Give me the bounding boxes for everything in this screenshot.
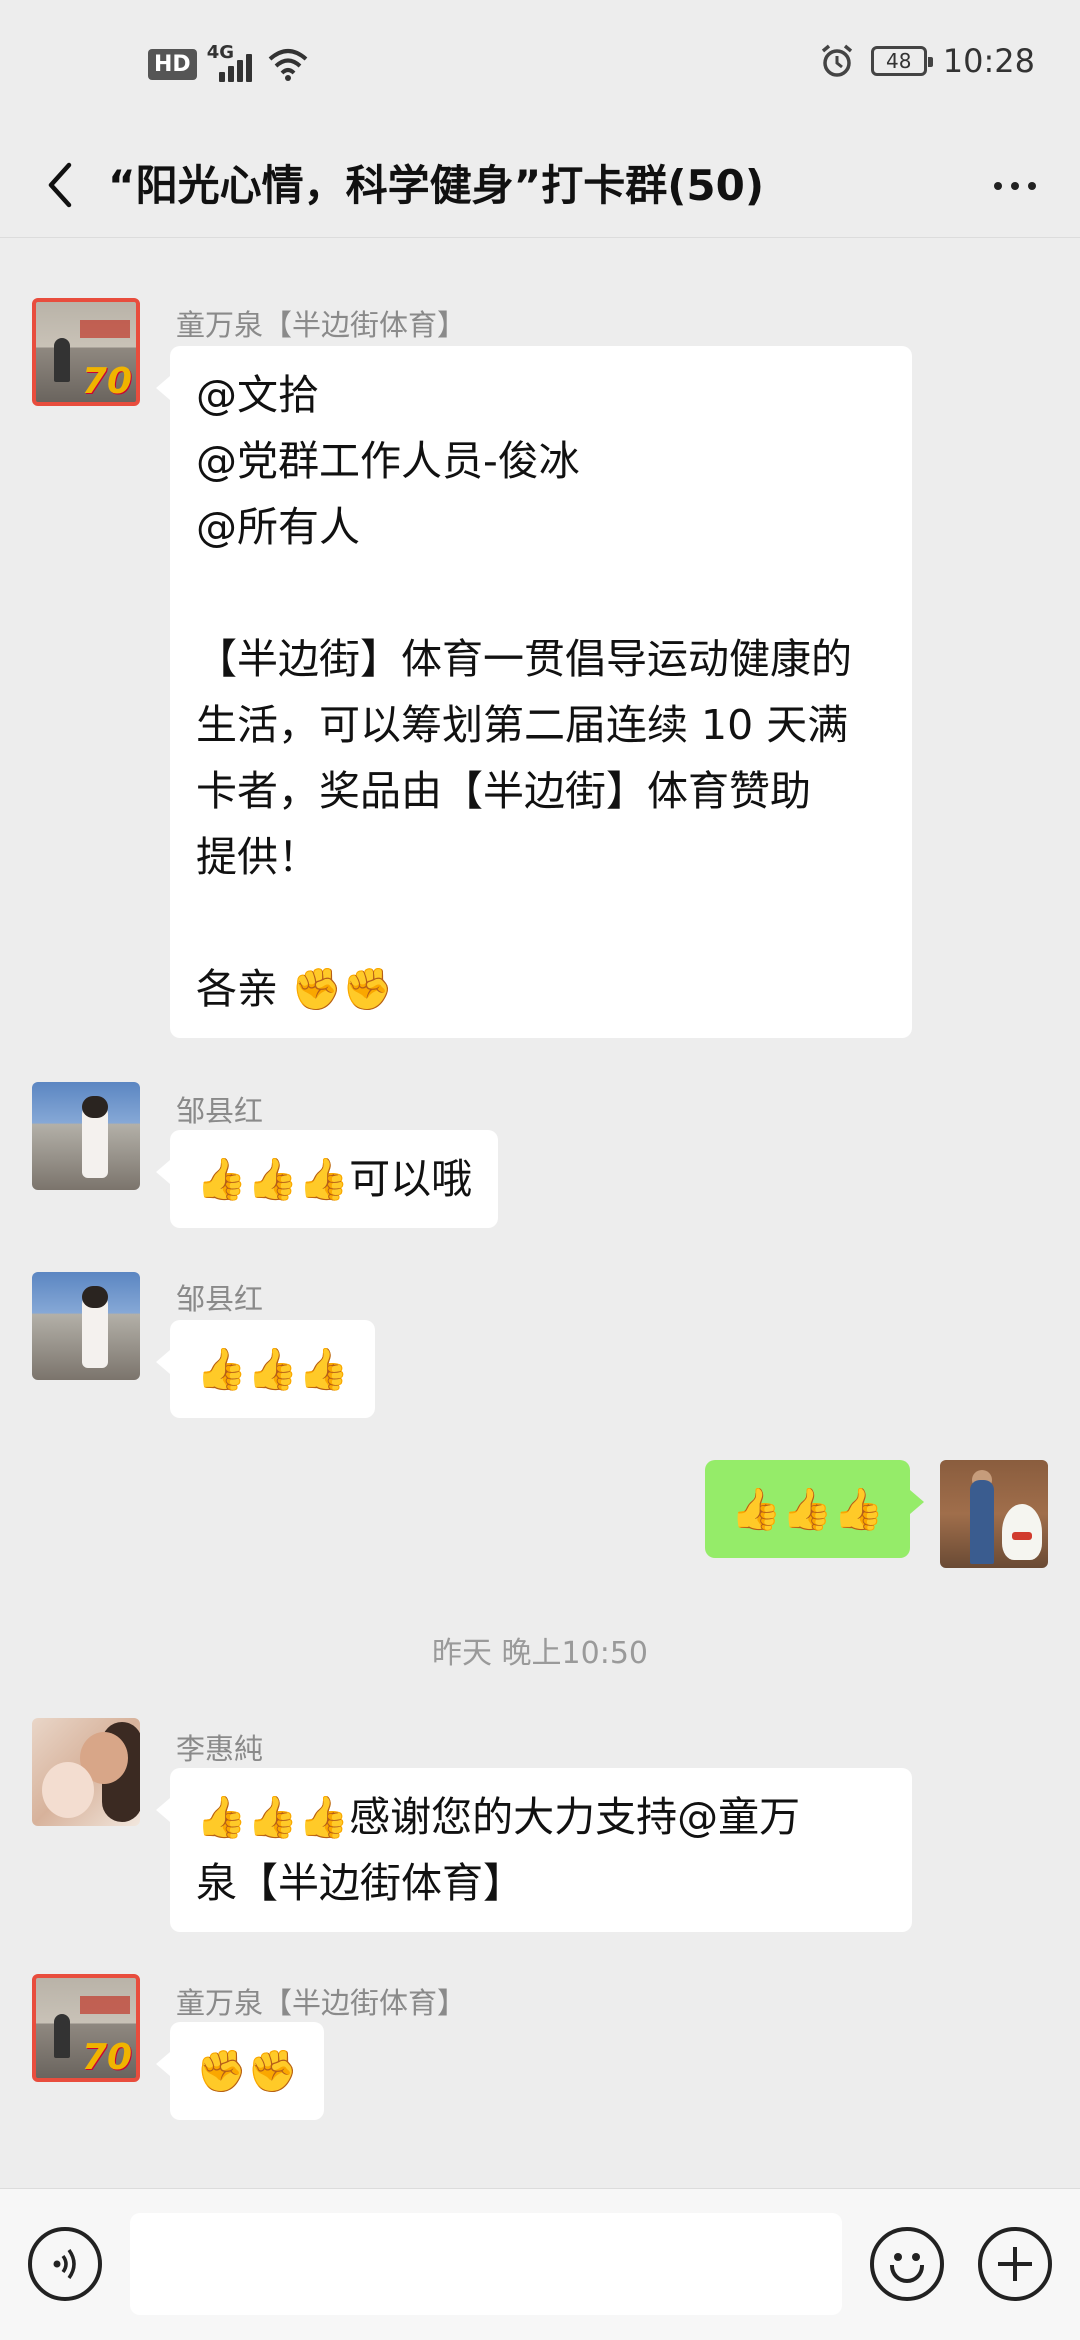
sender-name: 邹县红 xyxy=(176,1094,264,1128)
message-line: 👍👍👍感谢您的大力支持@童万 xyxy=(196,1793,801,1841)
message-bubble[interactable]: 👍👍👍 xyxy=(155,1320,376,1418)
plus-button[interactable] xyxy=(978,2227,1052,2301)
status-left: HD 4G xyxy=(148,42,309,82)
message-input[interactable] xyxy=(130,2213,842,2315)
chat-title: “阳光心情，科学健身”打卡群(50) xyxy=(108,161,765,210)
message-line: @党群工作人员-俊冰 xyxy=(196,437,580,485)
message-bubble[interactable]: 👍👍👍可以哦 xyxy=(155,1130,499,1228)
battery-level: 48 xyxy=(886,49,912,73)
message-text: 👍👍👍 xyxy=(196,1345,350,1393)
avatar[interactable] xyxy=(32,1272,140,1380)
message-text: 👍👍👍可以哦 xyxy=(196,1155,473,1203)
message-line: @文拾 xyxy=(196,371,319,419)
message-text: ✊✊ xyxy=(196,2047,299,2095)
chevron-left-icon xyxy=(48,162,72,208)
alarm-icon xyxy=(821,44,852,77)
message-line: 泉【半边街体育】 xyxy=(196,1859,524,1907)
avatar[interactable] xyxy=(32,1718,140,1826)
voice-icon xyxy=(53,2248,76,2280)
message-line: 提供！ xyxy=(196,833,319,881)
wifi-icon xyxy=(268,49,308,81)
avatar[interactable]: 70 xyxy=(32,1974,140,2082)
time-divider: 昨天 晚上10:50 xyxy=(432,1636,648,1671)
avatar-self[interactable] xyxy=(940,1460,1048,1568)
sender-name: 邹县红 xyxy=(176,1282,264,1316)
status-bar: HD 4G 48 10:28 xyxy=(0,0,1080,134)
cellular-signal-icon: 4G xyxy=(207,42,257,82)
back-button[interactable] xyxy=(30,152,90,218)
avatar[interactable] xyxy=(32,1082,140,1190)
message-text: 👍👍👍 xyxy=(730,1485,884,1533)
message-line: 生活，可以筹划第二届连续 10 天满 xyxy=(196,701,849,749)
more-button[interactable] xyxy=(980,156,1050,216)
emoji-button[interactable] xyxy=(870,2227,944,2301)
voice-button[interactable] xyxy=(28,2227,102,2301)
sender-name: 童万泉【半边街体育】 xyxy=(176,1986,467,2020)
message-bubble[interactable]: 👍👍👍感谢您的大力支持@童万 泉【半边街体育】 xyxy=(156,1768,912,1932)
sender-name: 李惠純 xyxy=(176,1732,264,1766)
clock: 10:28 xyxy=(942,42,1035,80)
hd-badge: HD xyxy=(148,48,197,80)
message-line xyxy=(196,890,886,956)
network-type-label: 4G xyxy=(206,42,234,63)
avatar[interactable]: 70 xyxy=(32,298,140,406)
message-line: 各亲 ✊✊ xyxy=(196,965,394,1013)
sender-name: 童万泉【半边街体育】 xyxy=(176,308,467,342)
more-dots-icon xyxy=(994,182,1002,190)
message-bubble[interactable]: ✊✊ xyxy=(155,2022,325,2120)
message-line: 【半边街】体育一贯倡导运动健康的 xyxy=(196,635,852,683)
message-line: 卡者，奖品由【半边街】体育赞助 xyxy=(196,767,811,815)
chat-header: “阳光心情，科学健身”打卡群(50) xyxy=(0,134,1080,238)
message-bubble-self[interactable]: 👍👍👍 xyxy=(704,1460,925,1558)
status-right: 48 10:28 xyxy=(819,42,1035,80)
message-line: @所有人 xyxy=(196,503,360,551)
input-bar xyxy=(0,2188,1080,2340)
message-line xyxy=(196,560,886,626)
battery-icon: 48 xyxy=(870,46,933,76)
message-bubble[interactable]: @文拾 @党群工作人员-俊冰 @所有人 【半边街】体育一贯倡导运动健康的 生活，… xyxy=(156,346,912,1038)
